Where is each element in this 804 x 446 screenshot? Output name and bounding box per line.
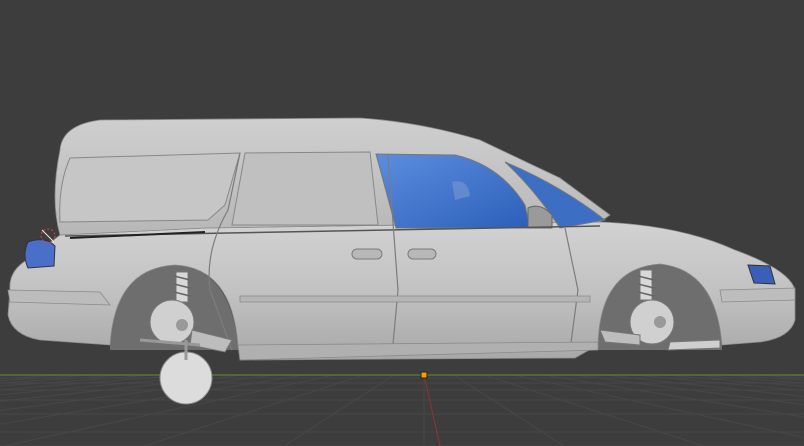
grid-line bbox=[0, 374, 275, 411]
grid-line bbox=[0, 374, 305, 425]
floor-grid bbox=[0, 374, 804, 446]
y-axis-line bbox=[423, 374, 441, 446]
front-door-handle[interactable] bbox=[407, 248, 437, 260]
grid-line bbox=[663, 374, 804, 387]
grid-line bbox=[453, 374, 565, 446]
grid-line bbox=[283, 374, 395, 446]
front-bumper bbox=[719, 287, 796, 303]
grid-line bbox=[0, 374, 185, 391]
rear-bumper bbox=[7, 289, 111, 306]
grid-line bbox=[0, 374, 155, 387]
taillight bbox=[24, 239, 56, 269]
rear-door-window-panel bbox=[231, 151, 379, 226]
viewport-canvas[interactable] bbox=[0, 0, 804, 446]
grid-line bbox=[603, 374, 804, 398]
grid-line bbox=[543, 374, 804, 418]
grid-line bbox=[483, 374, 705, 446]
3d-viewport[interactable] bbox=[0, 0, 804, 446]
car-model[interactable] bbox=[7, 117, 796, 405]
grid-line bbox=[0, 374, 125, 384]
origin-marker[interactable] bbox=[420, 371, 428, 379]
rear-side-panel bbox=[59, 152, 241, 223]
rear-door-handle[interactable] bbox=[351, 248, 383, 260]
side-molding bbox=[239, 295, 591, 303]
